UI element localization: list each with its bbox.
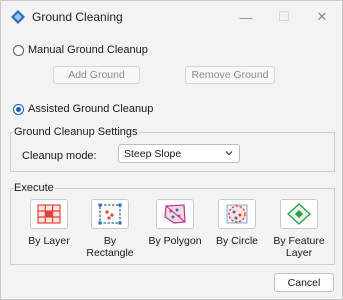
window-title: Ground Cleaning xyxy=(32,10,123,24)
feature-layer-icon xyxy=(280,199,318,229)
assisted-cleanup-label: Assisted Ground Cleanup xyxy=(28,103,154,115)
manual-cleanup-label: Manual Ground Cleanup xyxy=(28,44,148,56)
ground-cleaning-dialog: Ground Cleaning — ☐ ✕ Manual Ground Clea… xyxy=(0,0,343,300)
by-feature-layer-label: By Feature Layer xyxy=(273,235,325,259)
circle-select-icon xyxy=(218,199,256,229)
by-layer-button[interactable]: By Layer xyxy=(18,199,80,247)
by-circle-label: By Circle xyxy=(215,235,258,247)
manual-cleanup-option[interactable]: Manual Ground Cleanup xyxy=(13,44,148,56)
manual-cleanup-radio[interactable] xyxy=(13,44,24,56)
cleanup-mode-select[interactable]: Steep Slope xyxy=(118,144,240,163)
cleanup-mode-label: Cleanup mode: xyxy=(22,150,97,162)
close-button[interactable]: ✕ xyxy=(305,3,339,31)
add-ground-button[interactable]: Add Ground xyxy=(53,66,140,84)
layer-grid-icon xyxy=(30,199,68,229)
rectangle-select-icon xyxy=(91,199,129,229)
cleanup-settings-title: Ground Cleanup Settings xyxy=(14,126,138,138)
minimize-button[interactable]: — xyxy=(229,3,263,31)
by-polygon-button[interactable]: By Polygon xyxy=(144,199,206,247)
chevron-down-icon xyxy=(224,148,234,158)
maximize-button[interactable]: ☐ xyxy=(267,3,301,31)
cancel-button[interactable]: Cancel xyxy=(274,273,334,292)
by-polygon-label: By Polygon xyxy=(148,235,202,247)
by-layer-label: By Layer xyxy=(28,235,70,247)
polygon-select-icon xyxy=(156,199,194,229)
cleanup-mode-value: Steep Slope xyxy=(124,147,182,160)
execute-title: Execute xyxy=(14,182,54,194)
by-rectangle-button[interactable]: By Rectangle xyxy=(79,199,141,259)
assisted-cleanup-radio[interactable] xyxy=(13,103,24,115)
by-circle-button[interactable]: By Circle xyxy=(206,199,268,247)
app-diamond-icon xyxy=(10,9,26,25)
title-bar: Ground Cleaning — ☐ ✕ xyxy=(1,1,342,33)
by-rectangle-label: By Rectangle xyxy=(86,235,134,259)
remove-ground-button[interactable]: Remove Ground xyxy=(185,66,275,84)
by-feature-layer-button[interactable]: By Feature Layer xyxy=(268,199,330,259)
assisted-cleanup-option[interactable]: Assisted Ground Cleanup xyxy=(13,103,153,115)
